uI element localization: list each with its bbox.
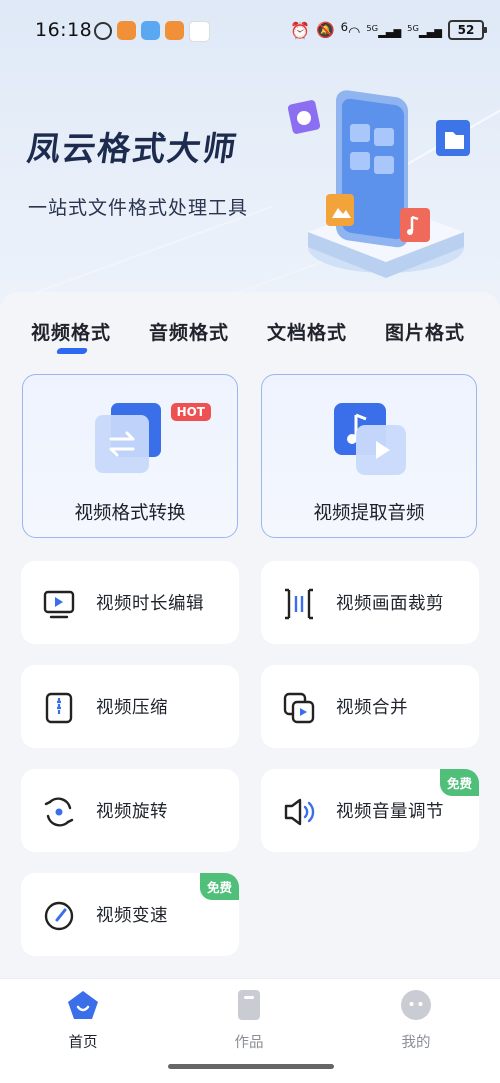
- hot-badge: HOT: [170, 403, 211, 421]
- nav-works-label: 作品: [234, 1035, 264, 1051]
- zip-icon: [45, 692, 73, 724]
- nav-home-label: 首页: [68, 1035, 98, 1051]
- tab-document-format[interactable]: 文档格式: [267, 318, 347, 345]
- video-speed-label: 视频变速: [96, 906, 168, 926]
- video-rotate-label: 视频旋转: [96, 802, 168, 822]
- mute-icon: 🔕: [315, 21, 335, 40]
- video-extract-audio-card[interactable]: 视频提取音频: [261, 374, 477, 538]
- app-subtitle: 一站式文件格式处理工具: [28, 197, 249, 219]
- nav-profile-label: 我的: [401, 1035, 431, 1051]
- status-time: 16:18: [35, 19, 93, 41]
- notification-icon: [94, 22, 112, 40]
- app-icon-orange-2: [165, 21, 184, 40]
- phone-illustration: [288, 90, 470, 278]
- app-icon-orange-1: [117, 21, 136, 40]
- nav-home[interactable]: 首页: [33, 989, 133, 1052]
- category-tabs: 视频格式 音频格式 文档格式 图片格式: [0, 308, 500, 368]
- tab-image-format[interactable]: 图片格式: [385, 318, 465, 345]
- video-compress-card[interactable]: 视频压缩: [21, 665, 239, 748]
- signal-icon-2: 5G▂▄▆: [407, 22, 442, 38]
- free-badge: 免费: [439, 769, 479, 796]
- merge-icon: [283, 692, 315, 724]
- video-rotate-card[interactable]: 视频旋转: [21, 769, 239, 852]
- speed-icon: [44, 901, 74, 931]
- music-extract-icon: [334, 403, 406, 475]
- video-crop-card[interactable]: 视频画面裁剪: [261, 561, 479, 644]
- gesture-home-bar[interactable]: [168, 1064, 334, 1069]
- wifi-icon: 6◠: [340, 20, 361, 41]
- tab-audio-format[interactable]: 音频格式: [149, 318, 229, 345]
- status-bar: 16:18 ⏰ 🔕 6◠ 5G▂▄▆ 5G▂▄▆ 52: [0, 0, 500, 62]
- monitor-play-icon: [43, 590, 75, 619]
- nav-profile[interactable]: 我的: [366, 989, 466, 1052]
- works-icon: [238, 990, 260, 1020]
- volume-icon: [284, 798, 315, 826]
- video-duration-edit-card[interactable]: 视频时长编辑: [21, 561, 239, 644]
- profile-icon: [401, 990, 431, 1020]
- status-icons: ⏰ 🔕 6◠ 5G▂▄▆ 5G▂▄▆ 52: [290, 20, 487, 41]
- app-icon-weather: [141, 21, 160, 40]
- video-crop-label: 视频画面裁剪: [336, 594, 444, 614]
- battery-indicator: 52: [448, 20, 487, 41]
- app-title: 凤云格式大师: [24, 129, 241, 168]
- video-extract-audio-label: 视频提取音频: [313, 503, 425, 524]
- app-icon-browser: [189, 21, 210, 42]
- video-volume-label: 视频音量调节: [336, 802, 444, 822]
- video-merge-card[interactable]: 视频合并: [261, 665, 479, 748]
- video-volume-card[interactable]: 视频音量调节 免费: [261, 769, 479, 852]
- home-icon: [68, 991, 98, 1019]
- tab-video-format[interactable]: 视频格式: [31, 318, 111, 345]
- active-tab-indicator: [55, 348, 89, 354]
- rotate-icon: [44, 797, 74, 827]
- video-duration-edit-label: 视频时长编辑: [96, 594, 204, 614]
- crop-bracket-icon: [285, 588, 313, 620]
- free-badge: 免费: [199, 873, 239, 900]
- swap-icon: [95, 403, 161, 473]
- video-speed-card[interactable]: 视频变速 免费: [21, 873, 239, 956]
- video-format-convert-card[interactable]: HOT 视频格式转换: [22, 374, 238, 538]
- nav-works[interactable]: 作品: [199, 989, 299, 1052]
- video-compress-label: 视频压缩: [96, 698, 168, 718]
- video-format-convert-label: 视频格式转换: [74, 503, 186, 524]
- signal-icon-1: 5G▂▄▆: [366, 22, 402, 38]
- video-merge-label: 视频合并: [336, 698, 408, 718]
- alarm-icon: ⏰: [290, 20, 310, 40]
